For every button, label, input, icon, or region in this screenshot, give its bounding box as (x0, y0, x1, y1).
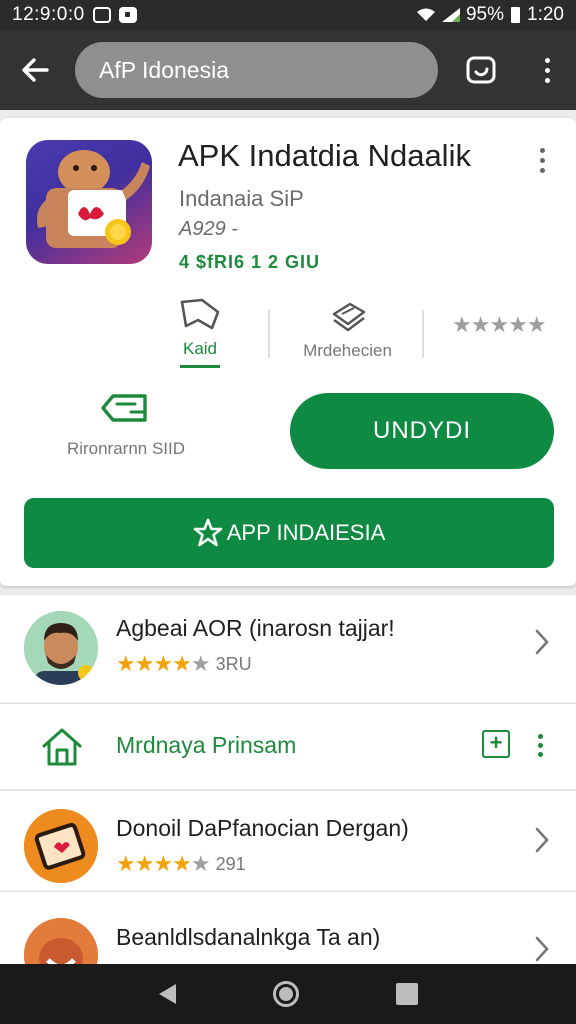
media-tab[interactable]: Mrdehecien (290, 300, 405, 361)
nav-back-icon[interactable] (158, 984, 176, 1004)
list-item[interactable]: Donoil DaPfanocian Dergan) ★★★★★ 291 (0, 790, 576, 890)
screen: 12:9:0:0 95% 1:20 AfP Idonesia APK Indat… (0, 0, 576, 1024)
list-item-title: Donoil DaPfanocian Dergan) (116, 815, 409, 841)
status-right: 95% 1:20 (416, 4, 564, 26)
avatar (24, 611, 98, 685)
star-rating: ★★★★★ (116, 851, 211, 876)
signal-icon (441, 8, 460, 22)
status-bar: 12:9:0:0 95% 1:20 (0, 0, 576, 30)
divider (268, 310, 270, 358)
list-item-title: Beanldlsdanalnkga Ta an) (116, 924, 381, 950)
nav-recents-icon[interactable] (395, 983, 418, 1005)
back-arrow-icon (22, 58, 49, 82)
app-bar: AfP Idonesia (0, 30, 576, 110)
card-menu-button[interactable] (540, 148, 545, 173)
battery-icon (511, 7, 521, 23)
app-size-info: 4 $fRI6 1 2 GIU (179, 252, 321, 272)
star-rating: ★★★★★ (116, 651, 211, 676)
status-time-left: 12:9:0:0 (12, 4, 85, 25)
recommend-label: Rironrarnn SIID (66, 439, 186, 458)
navigation-bar (0, 964, 576, 1024)
picture-frame-icon (24, 809, 98, 883)
back-button[interactable] (0, 30, 70, 110)
app-indonesia-label: APP INDAIESIA (226, 520, 386, 545)
app-version: A929 - (179, 218, 238, 240)
section-more-icon (538, 734, 543, 739)
section-title: Mrdnaya Prinsam (116, 732, 297, 758)
list-item-rating: ★★★★★ 291 (116, 851, 246, 877)
camera-icon (466, 56, 496, 84)
app-indonesia-button[interactable]: APP INDAIESIA (24, 498, 554, 568)
list-item-rating: ★★★★★ 3RU (116, 651, 252, 677)
chevron-right-icon (535, 936, 549, 962)
search-bar[interactable]: AfP Idonesia (75, 42, 438, 98)
bookmark-icon (180, 298, 220, 330)
layers-icon (332, 302, 365, 332)
rating-text: 291 (215, 853, 246, 874)
rating-stars[interactable]: ★★★★★ (452, 312, 547, 338)
star-outline-icon (193, 518, 223, 547)
mascot-icon (37, 150, 150, 248)
app-details-card: APK Indatdia Ndaalik Indanaia SiP A929 -… (0, 118, 576, 586)
overflow-menu-icon (544, 57, 550, 63)
list-item-title: Agbeai AOR (inarosn tajjar! (116, 615, 395, 641)
overflow-menu-button[interactable] (535, 52, 559, 88)
message-icon (118, 7, 137, 23)
list-item[interactable]: Beanldlsdanalnkga Ta an) (0, 891, 576, 992)
install-label: Kaid (182, 339, 218, 358)
section-menu-button[interactable] (538, 734, 543, 757)
divider (422, 310, 424, 358)
tag-icon (101, 394, 147, 422)
chevron-right-icon (535, 629, 549, 655)
battery-percent: 95% (465, 4, 505, 25)
status-time-right: 1:20 (527, 4, 564, 25)
camera-button[interactable] (463, 52, 499, 88)
app-title: APK Indatdia Ndaalik (178, 138, 471, 173)
card-more-icon (540, 148, 545, 153)
person-avatar-icon (24, 611, 98, 685)
section-header[interactable]: Mrdnaya Prinsam + (0, 703, 576, 789)
chevron-right-icon (535, 827, 549, 853)
app-icon[interactable] (26, 140, 152, 264)
list-item[interactable]: Agbeai AOR (inarosn tajjar! ★★★★★ 3RU (0, 594, 576, 702)
install-tab-indicator (180, 365, 220, 368)
nav-home-icon[interactable] (272, 981, 299, 1007)
recommend-item[interactable]: Rironrarnn SIID (56, 388, 196, 459)
download-button[interactable]: UNDYDI (290, 393, 554, 469)
add-icon[interactable]: + (482, 730, 510, 758)
wifi-icon (416, 8, 435, 21)
media-label: Mrdehecien (303, 341, 392, 360)
app-thumbnail (24, 809, 98, 883)
install-tab[interactable]: Kaid (170, 296, 230, 368)
home-icon (42, 728, 82, 766)
developer-name[interactable]: Indanaia SiP (179, 186, 304, 212)
notification-icon (92, 7, 111, 23)
search-query: AfP Idonesia (99, 56, 230, 83)
rating-text: 3RU (215, 653, 252, 674)
